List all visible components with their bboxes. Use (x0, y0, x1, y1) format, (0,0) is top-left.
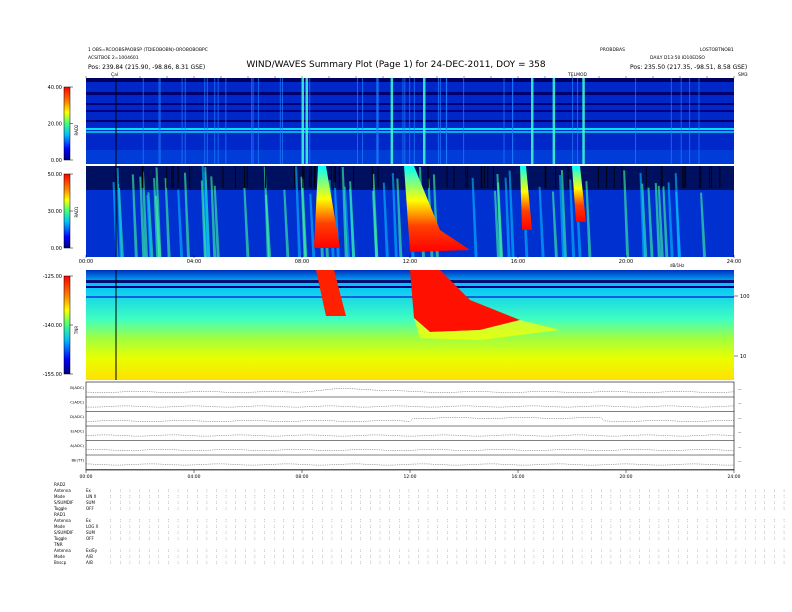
ytick-label-2-0: -125.00 (43, 274, 62, 280)
footer-key-2-0: Antenna (54, 548, 71, 553)
footer-key-1-2: S/SUMDIF (54, 530, 74, 535)
xtick-label-1-4: 16:00 (512, 474, 525, 480)
footer-dots-1-2: : : : : : : : : : : : : : : : : : : : : … (110, 530, 792, 535)
footer-dots-0-0: : : : : : : : : : : : : : : : : : : : : … (110, 488, 792, 493)
footer-dots-2-1: : : : : : : : : : : : : : : : : : : : : … (110, 554, 792, 559)
tnr-right-tick-0: 100 (740, 294, 750, 300)
xtick-label-0-6: 24:00 (727, 259, 741, 265)
status-panel: B(ADC) — C(ADC) — D(ADC) — E(ADC) — A(ADC) — BE(TT… (70, 381, 742, 471)
xtick-label-1-2: 08:00 (296, 474, 309, 480)
status-right-tick-1: — (738, 402, 742, 406)
status-label-2: D(ADC) (70, 414, 85, 419)
footer-dots-1-0: : : : : : : : : : : : : : : : : : : : : … (110, 518, 792, 523)
xtick-label-1-0: 00:00 (80, 474, 93, 480)
footer-dots-2-0: : : : : : : : : : : : : : : : : : : : : … (110, 548, 792, 553)
xtick-label-1-5: 20:00 (620, 474, 633, 480)
footer-val-1-1: LOG X (86, 524, 99, 529)
footer-dots-2-2: : : : : : : : : : : : : : : : : : : : : … (110, 560, 792, 565)
footer-dots-0-1: : : : : : : : : : : : : : : : : : : : : … (110, 494, 792, 499)
ytick-label-0-1: 20.00 (48, 122, 62, 128)
ytick-label-2-2: -155.00 (43, 372, 62, 378)
footer-val-2-2: A/B (86, 560, 93, 565)
footer-val-1-0: Ex (86, 518, 92, 523)
xtick-label-0-5: 20:00 (619, 259, 633, 265)
footer-group-0: RAD2 (54, 482, 66, 487)
status-right-tick-5: — (738, 460, 742, 464)
ylabel-0: RAD2 (74, 124, 79, 135)
status-right-tick-2: — (738, 416, 742, 420)
tnr-right-label: dB/1Hz (670, 263, 684, 268)
status-right-tick-4: — (738, 445, 742, 449)
footer-val-2-1: A/B (86, 554, 93, 559)
footer-key-0-3: Toggle (53, 506, 67, 511)
footer-dots-1-1: : : : : : : : : : : : : : : : : : : : : … (110, 524, 792, 529)
footer-key-2-2: Bnscp (54, 560, 67, 565)
tnr-colorbar (63, 275, 71, 375)
footer-group-2: TNR (53, 542, 63, 547)
status-label-4: A(ADC) (70, 443, 84, 448)
footer-val-0-3: OFF (86, 506, 94, 511)
xtick-label-1-1: 04:00 (188, 474, 201, 480)
ytick-label-2-1: -140.00 (43, 323, 62, 329)
xtick-label-0-4: 16:00 (511, 259, 525, 265)
footer-val-2-0: Ex/Ey (86, 548, 98, 553)
rad1-panel (86, 166, 734, 257)
footer-key-0-1: Mode (54, 494, 65, 499)
tnr-right-tick-1: 10 (740, 354, 746, 360)
footer-dots-0-3: : : : : : : : : : : : : : : : : : : : : … (110, 506, 792, 511)
summary-chart: B(ADC) — C(ADC) — D(ADC) — E(ADC) — A(ADC) — BE(TT… (43, 76, 792, 565)
footer-group-1: RAD1 (54, 512, 66, 517)
tnr-panel (86, 270, 734, 380)
rad2-panel (86, 78, 734, 164)
footer-key-0-0: Antenna (54, 488, 71, 493)
footer-key-1-3: Toggle (53, 536, 67, 541)
ytick-label-1-2: 0.00 (51, 246, 62, 252)
footer-val-0-1: LIN X (86, 494, 97, 499)
status-label-3: E(ADC) (70, 429, 84, 434)
status-label-1: C(ADC) (70, 400, 84, 405)
footer-dots-0-2: : : : : : : : : : : : : : : : : : : : : … (110, 500, 792, 505)
ytick-label-1-1: 30.00 (48, 209, 62, 215)
footer-val-0-2: SUM (86, 500, 95, 505)
rad2-colorbar (63, 86, 71, 161)
footer-key-1-1: Mode (54, 524, 65, 529)
footer-dots-1-3: : : : : : : : : : : : : : : : : : : : : … (110, 536, 792, 541)
footer-val-1-3: OFF (86, 536, 94, 541)
xtick-label-0-2: 08:00 (295, 259, 309, 265)
xtick-label-0-0: 00:00 (79, 259, 93, 265)
ylabel-1: RAD1 (74, 206, 79, 217)
ytick-label-1-0: 50.00 (48, 172, 62, 178)
status-right-tick-3: — (738, 431, 742, 435)
ytick-label-0-2: 0.00 (51, 158, 62, 164)
footer-key-1-0: Antenna (54, 518, 71, 523)
footer-val-0-0: Ex (86, 488, 92, 493)
status-right-tick-0: — (738, 387, 742, 391)
xtick-label-1-6: 24:00 (728, 474, 741, 480)
footer-val-1-2: SUM (86, 530, 95, 535)
ylabel-2: TNR (74, 326, 79, 335)
footer-key-0-2: S/SUMDIF (54, 500, 74, 505)
footer-key-2-1: Mode (54, 554, 65, 559)
xtick-label-1-3: 12:00 (404, 474, 417, 480)
xtick-label-0-1: 04:00 (187, 259, 201, 265)
rad1-colorbar (63, 173, 71, 249)
xtick-label-0-3: 12:00 (403, 259, 417, 265)
status-label-5: BE(TT) (71, 458, 84, 463)
status-label-0: B(ADC) (70, 385, 84, 390)
ytick-label-0-0: 40.00 (48, 85, 62, 91)
